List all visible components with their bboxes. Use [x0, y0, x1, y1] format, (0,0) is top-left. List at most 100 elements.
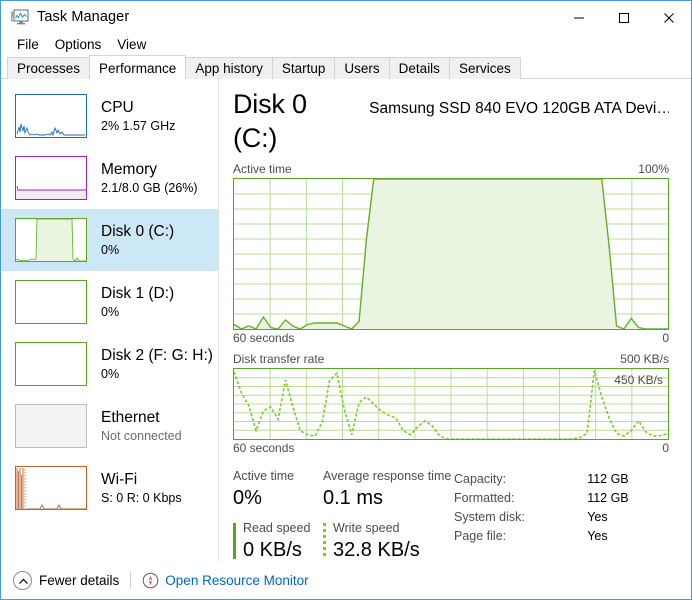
write-speed-legend-icon	[323, 523, 326, 559]
sidebar-item-disk-1-title: Disk 1 (D:)	[101, 284, 175, 302]
content-area: CPU 2% 1.57 GHz Memory 2.1/8.0 GB (26%)	[1, 79, 691, 568]
tab-details[interactable]: Details	[388, 57, 450, 79]
ethernet-thumbnail-graph	[15, 404, 87, 448]
stats-primary: Active time 0% Average response time 0.1…	[233, 468, 454, 563]
stat-average-response-time: Average response time 0.1 ms	[323, 468, 451, 511]
sidebar-item-ethernet-sub: Not connected	[101, 428, 182, 443]
stat-active-time-caption: Active time	[233, 469, 295, 483]
close-button[interactable]	[646, 1, 691, 34]
menu-item-view[interactable]: View	[109, 35, 154, 54]
stat-average-response-time-value: 0.1 ms	[323, 487, 384, 509]
detail-header: Disk 0 (C:) Samsung SSD 840 EVO 120GB AT…	[233, 87, 669, 155]
task-manager-window: Task Manager File Options View Processes…	[0, 0, 692, 600]
sidebar-item-cpu-title: CPU	[101, 98, 134, 116]
detail-panel: Disk 0 (C:) Samsung SSD 840 EVO 120GB AT…	[219, 79, 691, 568]
sidebar-item-cpu[interactable]: CPU 2% 1.57 GHz	[1, 85, 218, 147]
page-title: Disk 0 (C:)	[233, 89, 307, 153]
chevron-up-circle-icon	[13, 570, 32, 590]
maximize-button[interactable]	[601, 1, 646, 34]
info-key-formatted: Formatted:	[454, 491, 515, 505]
sidebar-item-wifi[interactable]: Wi-Fi S: 0 R: 0 Kbps	[1, 457, 218, 519]
fewer-details-label: Fewer details	[39, 572, 120, 588]
tab-app-history[interactable]: App history	[185, 57, 273, 79]
open-resource-monitor-link[interactable]: Open Resource Monitor	[142, 572, 309, 589]
wifi-thumbnail-graph	[15, 466, 87, 510]
sidebar-item-disk-1[interactable]: Disk 1 (D:) 0%	[1, 271, 218, 333]
window-title: Task Manager	[37, 9, 130, 25]
title-bar: Task Manager	[1, 0, 691, 33]
sidebar-item-wifi-sub: S: 0 R: 0 Kbps	[101, 490, 182, 505]
sidebar-item-ethernet[interactable]: Ethernet Not connected	[1, 395, 218, 457]
sidebar-item-memory-sub: 2.1/8.0 GB (26%)	[101, 180, 198, 195]
stat-read-speed-value: 0 KB/s	[243, 539, 302, 561]
cpu-thumbnail-graph	[15, 94, 87, 138]
fewer-details-button[interactable]: Fewer details	[13, 570, 120, 590]
sidebar-item-disk-2[interactable]: Disk 2 (F: G: H:) 0%	[1, 333, 218, 395]
stat-read-speed-caption: Read speed	[243, 521, 311, 535]
stat-write-speed-caption: Write speed	[333, 521, 400, 535]
disk0-thumbnail-graph	[15, 218, 87, 262]
resource-monitor-icon	[142, 572, 159, 589]
tab-users[interactable]: Users	[334, 57, 390, 79]
sidebar-item-disk-2-title: Disk 2 (F: G: H:)	[101, 346, 213, 364]
tab-performance[interactable]: Performance	[89, 55, 187, 80]
sidebar-item-disk-0-title: Disk 0 (C:)	[101, 222, 175, 240]
active-time-graph-caption: Active time	[233, 162, 292, 176]
active-time-graph-x-left: 60 seconds	[233, 331, 295, 345]
sidebar-item-disk-2-sub: 0%	[101, 366, 120, 381]
resource-sidebar: CPU 2% 1.57 GHz Memory 2.1/8.0 GB (26%)	[1, 79, 219, 568]
disk-transfer-rate-graph[interactable]: 450 KB/s	[233, 368, 669, 440]
info-key-capacity: Capacity:	[454, 472, 507, 486]
tab-startup[interactable]: Startup	[271, 57, 336, 79]
memory-thumbnail-graph	[15, 156, 87, 200]
read-speed-legend-icon	[233, 523, 236, 559]
transfer-rate-graph-axis: 60 seconds 0	[233, 441, 669, 455]
info-value-capacity: 112 GB	[587, 472, 629, 486]
tab-processes[interactable]: Processes	[7, 57, 91, 79]
active-time-graph[interactable]	[233, 178, 669, 330]
device-model: Samsung SSD 840 EVO 120GB ATA Devi…	[369, 100, 669, 117]
transfer-rate-graph-caption: Disk transfer rate	[233, 352, 325, 366]
active-time-graph-labels: Active time 100%	[233, 162, 669, 176]
transfer-rate-graph-max: 500 KB/s	[620, 352, 669, 366]
disk-info-grid: Capacity: 112 GB Formatted: 112 GB Syste…	[454, 468, 669, 563]
active-time-graph-x-right: 0	[662, 331, 669, 345]
tab-services[interactable]: Services	[448, 57, 521, 79]
tab-strip: Processes Performance App history Startu…	[1, 55, 691, 80]
sidebar-item-disk-0-sub: 0%	[101, 242, 120, 257]
stat-active-time-value: 0%	[233, 487, 262, 509]
sidebar-item-ethernet-title: Ethernet	[101, 408, 160, 426]
active-time-graph-axis: 60 seconds 0	[233, 331, 669, 345]
menu-bar: File Options View	[1, 33, 691, 56]
info-value-formatted: 112 GB	[587, 491, 629, 505]
footer-divider	[130, 571, 132, 589]
sidebar-item-disk-0[interactable]: Disk 0 (C:) 0%	[1, 209, 218, 271]
transfer-rate-annotation: 450 KB/s	[614, 373, 663, 387]
open-resource-monitor-label: Open Resource Monitor	[165, 572, 309, 588]
transfer-rate-graph-x-left: 60 seconds	[233, 441, 295, 455]
disk2-thumbnail-graph	[15, 342, 87, 386]
info-key-system-disk: System disk:	[454, 510, 525, 524]
menu-item-file[interactable]: File	[9, 35, 47, 54]
sidebar-item-memory-title: Memory	[101, 160, 157, 178]
transfer-rate-graph-x-right: 0	[662, 441, 669, 455]
sidebar-item-wifi-title: Wi-Fi	[101, 470, 138, 488]
stat-write-speed-value: 32.8 KB/s	[333, 539, 420, 561]
disk1-thumbnail-graph	[15, 280, 87, 324]
minimize-button[interactable]	[556, 1, 601, 34]
stat-average-response-time-caption: Average response time	[323, 469, 452, 483]
info-key-page-file: Page file:	[454, 529, 507, 543]
task-manager-icon	[11, 8, 29, 26]
stat-write-speed: Write speed 32.8 KB/s	[323, 520, 420, 563]
menu-item-options[interactable]: Options	[47, 35, 110, 54]
info-value-system-disk: Yes	[587, 510, 608, 524]
stats-area: Active time 0% Average response time 0.1…	[233, 468, 669, 563]
sidebar-item-cpu-sub: 2% 1.57 GHz	[101, 118, 176, 133]
transfer-rate-graph-labels: Disk transfer rate 500 KB/s	[233, 352, 669, 366]
stats-row-top: Active time 0% Average response time 0.1…	[233, 468, 454, 511]
active-time-graph-max: 100%	[638, 162, 669, 176]
stats-row-bottom: Read speed 0 KB/s Write speed 32.8 KB/s	[233, 520, 454, 563]
stat-read-speed: Read speed 0 KB/s	[233, 520, 323, 563]
sidebar-item-memory[interactable]: Memory 2.1/8.0 GB (26%)	[1, 147, 218, 209]
footer-bar: Fewer details Open Resource Monitor	[1, 561, 691, 599]
